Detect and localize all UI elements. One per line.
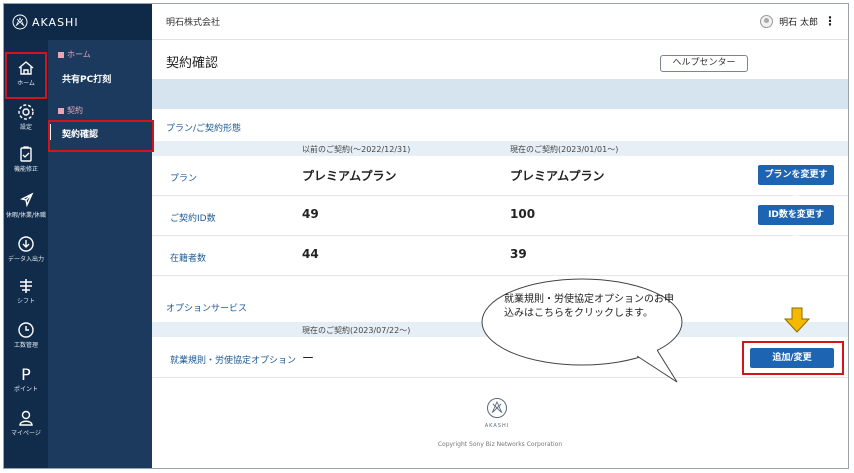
download-icon [18,236,34,252]
highlight-home [5,52,47,99]
help-center-button[interactable]: ヘルプセンター [660,55,748,72]
curr-value: プレミアムプラン [510,169,605,183]
row-label: 就業規則・労使協定オプション [170,356,297,366]
person-icon [19,410,33,426]
rail-label: ポイント [13,386,38,393]
clock-icon [18,322,34,338]
prev-value: プレミアムプラン [302,169,397,183]
leaf-icon [19,192,34,208]
prev-value: 49 [302,207,319,221]
rail-label: 休暇/休業/休職 [5,212,47,219]
rail-label: 機能修正 [13,166,38,173]
page-title: 契約確認 [166,56,219,71]
rail-item-correction[interactable]: 機能修正 [4,138,48,182]
table-row: プラン プレミアムプラン プレミアムプラン プランを変更する [152,156,848,200]
highlight-add-change [742,341,844,375]
rail-label: シフト [16,298,35,305]
change-id-count-button[interactable]: ID数を変更する [758,205,834,240]
plan-column-header: 以前のご契約(～2022/12/31) 現在のご契約(2023/01/01～) [152,141,848,156]
nav-link-shared-pc[interactable]: 共有PC打刻 [62,72,111,85]
nav-section-home: ホーム [58,49,91,60]
rail-label: データ入出力 [7,256,44,263]
table-row: 在籍者数 44 39 [152,236,848,276]
rail-item-shift[interactable]: シフト [4,270,48,314]
clipboard-icon [20,146,32,162]
callout-bubble [481,278,683,383]
row-label: ご契約ID数 [170,214,216,224]
rail-item-points[interactable]: P ポイント [4,358,48,402]
row-label: プラン [170,174,198,184]
app-window: AKASHI ホーム 設定 機能修正 休暇/休業/休職 データ入出力 シフト 工… [3,3,849,469]
gear-icon [18,104,34,120]
options-section-title: オプションサービス [166,304,248,314]
svg-text:P: P [21,365,31,384]
row-label: 在籍者数 [170,254,207,264]
nav-section-label: ホーム [67,50,91,59]
rail-item-settings[interactable]: 設定 [4,96,48,140]
shift-icon [20,279,32,293]
nav-section-label: 契約 [67,106,83,115]
col-curr-option: 現在のご契約(2023/07/22～) [302,326,411,335]
rail-item-man-hours[interactable]: 工数管理 [4,314,48,358]
more-menu-icon[interactable]: ⋮ [824,15,836,27]
secondary-nav: ホーム 共有PC打刻 契約 契約確認 [48,4,152,468]
footer-copyright: Copyright Sony Biz Networks Corporation [437,441,563,448]
avatar-icon [760,15,774,28]
section-marker-icon [58,51,64,58]
nav-section-contract: 契約 [58,105,83,116]
user-name: 明石 太郎 [779,18,818,28]
rail-label: マイページ [11,430,41,437]
brand-name: AKASHI [32,15,79,29]
top-bar: 明石株式会社 明石 太郎 ⋮ [152,4,848,40]
col-prev-contract: 以前のご契約(～2022/12/31) [302,145,411,154]
change-plan-button[interactable]: プランを変更する [758,165,834,200]
section-marker-icon [58,107,64,114]
col-curr-contract: 現在のご契約(2023/01/01～) [510,145,619,154]
footer-logo: AKASHI [482,397,512,431]
point-icon: P [21,365,31,384]
rail-item-leave[interactable]: 休暇/休業/休職 [4,184,48,228]
prev-value: 44 [302,247,319,261]
akashi-logo-icon [487,398,507,418]
table-row: ご契約ID数 49 100 ID数を変更する [152,196,848,240]
info-strip [152,79,848,109]
main-area: 明石株式会社 明石 太郎 ⋮ 契約確認 ヘルプセンター プラン/ご契約形態 以前… [152,4,848,468]
callout-text: 就業規則・労使協定オプションのお申込みはこちらをクリックします。 [504,294,674,319]
rail-label: 設定 [19,124,32,131]
down-arrow-icon [784,307,810,333]
plan-section-title: プラン/ご契約形態 [166,124,242,134]
curr-value: 39 [510,247,527,261]
rail-item-data-io[interactable]: データ入出力 [4,228,48,272]
company-name: 明石株式会社 [166,18,221,28]
curr-value: 100 [510,207,536,221]
rail-item-mypage[interactable]: マイページ [4,402,48,446]
user-menu[interactable]: 明石 太郎 [760,15,818,28]
highlight-contract-confirm [48,120,154,152]
option-value: ー [302,351,315,365]
footer-logo-text: AKASHI [484,423,510,429]
rail-label: 工数管理 [13,342,38,349]
brand-bar[interactable]: AKASHI [4,4,152,40]
akashi-logo-icon [12,14,28,30]
